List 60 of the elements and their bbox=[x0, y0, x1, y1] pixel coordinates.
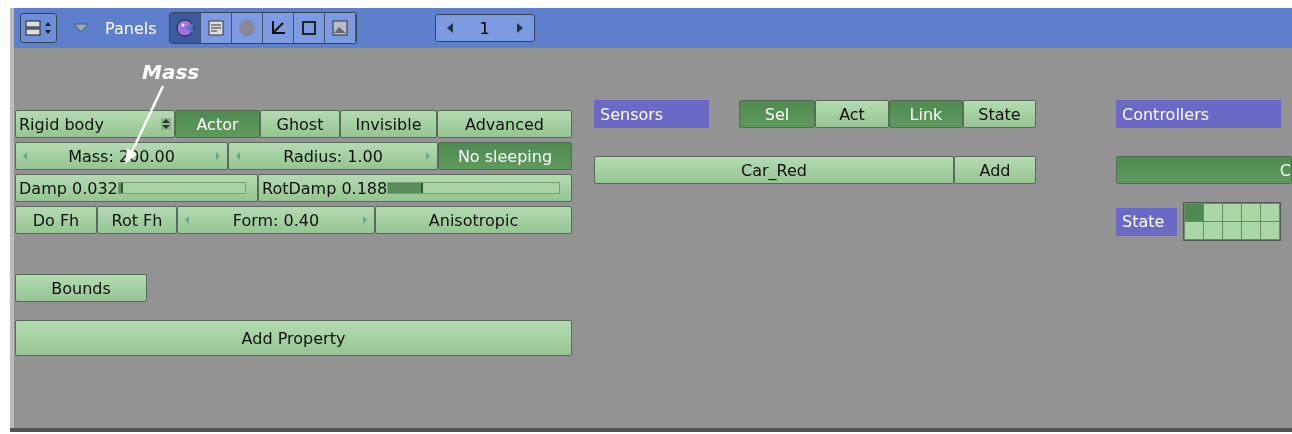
toggle-button[interactable]: Invisible bbox=[340, 110, 437, 138]
state-bit-toggle[interactable] bbox=[1261, 222, 1279, 239]
state-bit-toggle[interactable] bbox=[1261, 204, 1279, 221]
left-arrow-icon bbox=[22, 151, 28, 161]
state-bit-toggle[interactable] bbox=[1242, 204, 1260, 221]
annotation-label: Mass bbox=[142, 60, 200, 84]
panel-tab[interactable] bbox=[169, 13, 201, 43]
frame-number-field[interactable]: 1 bbox=[434, 14, 535, 42]
add-property-button[interactable]: Add Property bbox=[15, 320, 572, 356]
sphere-icon bbox=[236, 18, 257, 38]
object-button[interactable]: Car_Red bbox=[594, 156, 954, 184]
filter-toggle[interactable]: Sel bbox=[739, 100, 815, 128]
left-arrow-icon bbox=[445, 22, 454, 34]
left-arrow-icon bbox=[235, 151, 241, 161]
toggle-button[interactable]: Anisotropic bbox=[375, 206, 572, 234]
up-down-arrows-icon bbox=[161, 118, 171, 130]
right-arrow-icon bbox=[362, 215, 368, 225]
filter-toggle[interactable]: Link bbox=[889, 100, 963, 128]
slider[interactable]: Damp 0.032 bbox=[15, 174, 258, 202]
state-bit-toggle[interactable] bbox=[1204, 222, 1222, 239]
state-bit-toggle[interactable] bbox=[1185, 204, 1203, 221]
state-bit-toggle[interactable] bbox=[1223, 204, 1241, 221]
bounds-button[interactable]: Bounds bbox=[15, 274, 147, 302]
left-arrow-icon bbox=[184, 215, 190, 225]
toggle-button[interactable]: Do Fh bbox=[15, 206, 97, 234]
panel-tab[interactable] bbox=[262, 13, 294, 43]
state-bit-toggle[interactable] bbox=[1185, 222, 1203, 239]
right-arrow-icon bbox=[425, 151, 431, 161]
panels-label: Panels bbox=[105, 18, 157, 38]
filter-toggle[interactable]: State bbox=[963, 100, 1036, 128]
panel-tab[interactable] bbox=[200, 13, 232, 43]
controllers-header: Controllers bbox=[1116, 100, 1281, 128]
filter-toggle[interactable]: Act bbox=[815, 100, 889, 128]
state-bit-toggle[interactable] bbox=[1242, 222, 1260, 239]
up-down-arrows-icon bbox=[44, 21, 52, 35]
pacman-icon bbox=[174, 18, 195, 38]
toggle-button[interactable]: Ghost bbox=[260, 110, 340, 138]
toggle-button[interactable]: Actor bbox=[175, 110, 260, 138]
sensors-header: Sensors bbox=[594, 100, 709, 128]
image-icon bbox=[329, 18, 350, 38]
right-arrow-icon bbox=[515, 22, 524, 34]
window-type-selector[interactable] bbox=[20, 13, 57, 43]
toggle-button[interactable]: Advanced bbox=[437, 110, 572, 138]
document-icon bbox=[205, 18, 226, 38]
toggle-button[interactable]: Rot Fh bbox=[97, 206, 177, 234]
panel-tab[interactable] bbox=[293, 13, 325, 43]
right-arrow-icon bbox=[215, 151, 221, 161]
state-bit-toggle[interactable] bbox=[1223, 222, 1241, 239]
add-button[interactable]: Add bbox=[954, 156, 1036, 184]
object-button[interactable]: C bbox=[1116, 156, 1292, 184]
no-sleeping-toggle[interactable]: No sleeping bbox=[438, 142, 572, 170]
radius-field[interactable]: Radius: 1.00 bbox=[228, 142, 438, 170]
panel-tab[interactable] bbox=[324, 13, 356, 43]
panels-icon bbox=[25, 19, 41, 37]
form-field[interactable]: Form: 0.40 bbox=[177, 206, 375, 234]
collapse-triangle-icon[interactable] bbox=[73, 23, 89, 33]
physics-type-menu[interactable]: Rigid body bbox=[15, 110, 175, 138]
state-label: State bbox=[1116, 207, 1177, 236]
slider[interactable]: RotDamp 0.188 bbox=[258, 174, 572, 202]
state-bit-toggle[interactable] bbox=[1204, 204, 1222, 221]
